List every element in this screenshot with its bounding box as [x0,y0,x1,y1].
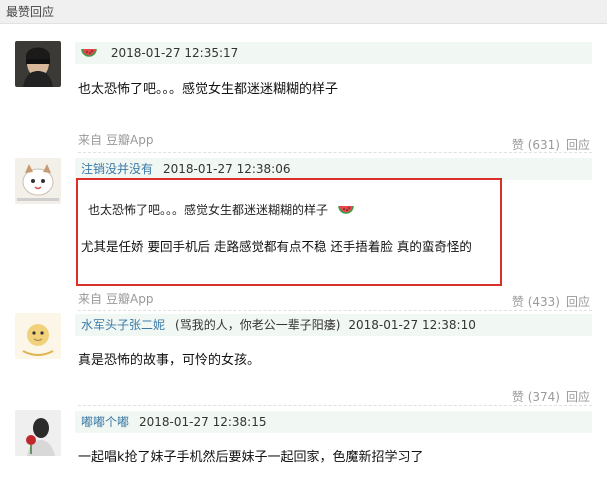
like-button[interactable]: 赞 (631) [512,138,560,152]
comment-time: 2018-01-27 12:35:17 [110,46,239,60]
comment-actions: 赞 (631) 回应 [506,136,590,153]
author-note: (骂我的人，你老公一辈子阳痿) [175,318,341,332]
comment-meta: 嘟嘟个嘟 2018-01-27 12:38:15 [75,411,592,433]
source-app-link[interactable]: 豆瓣App [106,292,153,306]
avatar[interactable] [15,158,61,204]
author-link[interactable]: 注销没并没有 [81,162,153,176]
watermelon-icon [338,205,354,214]
author-link[interactable]: 水军头子张二妮 [81,318,165,332]
source-prefix: 来自 [78,133,103,147]
comment-text: 真是恐怖的故事，可怜的女孩。 [78,353,261,368]
comment-text: 一起唱k抢了妹子手机然后要妹子一起回家，色魔新招学习了 [78,450,424,465]
comment-time: 2018-01-27 12:38:15 [139,415,267,429]
section-title: 最赞回应 [0,0,607,24]
avatar[interactable] [15,410,61,456]
comment-meta: 2018-01-27 12:35:17 [75,42,592,64]
comment-meta: 注销没并没有 2018-01-27 12:38:06 [75,158,592,180]
comment-actions: 赞 (433) 回应 [506,293,590,310]
highlight-box: 也太恐怖了吧。。。感觉女生都迷迷糊糊的样子 尤其是任娇 要回手机后 走路感觉都有… [76,178,502,286]
comment-actions: 赞 (374) 回应 [506,388,590,405]
source-app-link[interactable]: 豆瓣App [106,133,153,147]
avatar[interactable] [15,41,61,87]
divider [78,152,592,153]
author-link[interactable]: 嘟嘟个嘟 [81,415,129,429]
like-button[interactable]: 赞 (374) [512,390,560,404]
comment-source: 来自 豆瓣App [78,131,157,148]
comment-time: 2018-01-27 12:38:06 [163,162,291,176]
like-button[interactable]: 赞 (433) [512,295,560,309]
divider [78,405,592,406]
comment-text: 也太恐怖了吧。。。感觉女生都迷迷糊糊的样子 [78,82,339,97]
divider [78,310,592,311]
source-prefix: 来自 [78,292,103,306]
reply-button[interactable]: 回应 [566,295,590,309]
comment-time: 2018-01-27 12:38:10 [348,318,476,332]
comment-meta: 水军头子张二妮 (骂我的人，你老公一辈子阳痿) 2018-01-27 12:38:1… [75,314,592,336]
comment-source: 来自 豆瓣App [78,290,157,307]
reply-button[interactable]: 回应 [566,390,590,404]
comment-text: 尤其是任娇 要回手机后 走路感觉都有点不稳 还手捂着脸 真的蛮奇怪的 [81,239,472,254]
reply-button[interactable]: 回应 [566,138,590,152]
watermelon-icon [81,48,97,57]
quoted-text: 也太恐怖了吧。。。感觉女生都迷迷糊糊的样子 [88,201,354,218]
avatar[interactable] [15,313,61,359]
